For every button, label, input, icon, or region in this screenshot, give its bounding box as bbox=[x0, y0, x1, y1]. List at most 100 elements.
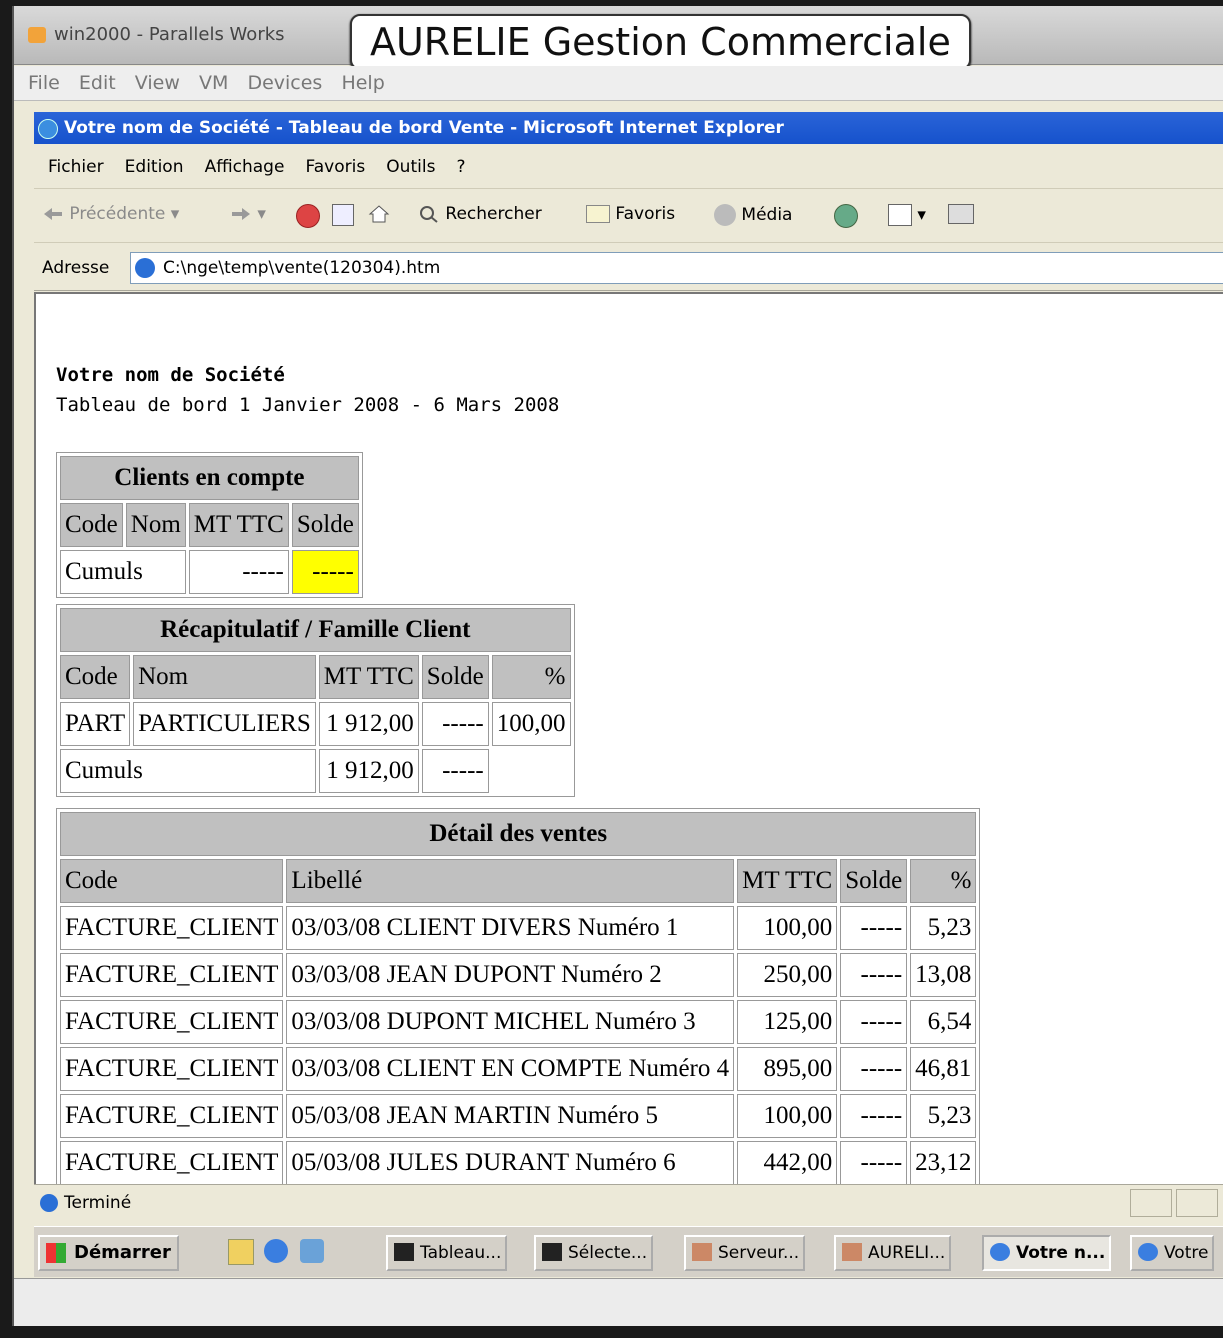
status-text: Terminé bbox=[64, 1193, 132, 1213]
taskbar-button-votre-active[interactable]: Votre n... bbox=[982, 1235, 1112, 1271]
taskbar-button-serveur[interactable]: Serveur... bbox=[684, 1235, 806, 1271]
table-row: FACTURE_CLIENT 05/03/08 JULES DURANT Num… bbox=[60, 1141, 977, 1184]
mail-dropdown-icon[interactable]: ▾ bbox=[917, 205, 926, 225]
cell-code: FACTURE_CLIENT bbox=[60, 1000, 284, 1044]
col-mt-ttc: MT TTC bbox=[737, 859, 838, 903]
history-button[interactable] bbox=[834, 204, 858, 228]
vm-menu-view[interactable]: View bbox=[135, 66, 180, 100]
cell-mt: 895,00 bbox=[737, 1047, 838, 1091]
start-button[interactable]: Démarrer bbox=[38, 1235, 179, 1271]
refresh-button[interactable] bbox=[332, 204, 354, 226]
cell-solde: ----- bbox=[840, 1000, 908, 1044]
ie-menu-outils[interactable]: Outils bbox=[386, 146, 435, 188]
vm-menu-help[interactable]: Help bbox=[341, 66, 384, 100]
page-content[interactable]: Votre nom de Société Tableau de bord 1 J… bbox=[34, 292, 1223, 1184]
taskbar-button-tableau[interactable]: Tableau... bbox=[386, 1235, 508, 1271]
col-pct: % bbox=[910, 859, 977, 903]
app-icon bbox=[692, 1243, 712, 1261]
cell-mt: 442,00 bbox=[737, 1141, 838, 1184]
print-button[interactable] bbox=[948, 204, 974, 224]
col-solde: Solde bbox=[840, 859, 908, 903]
forward-arrow-icon bbox=[232, 208, 250, 220]
cell-solde: ----- bbox=[840, 1094, 908, 1138]
taskbar-button-votre[interactable]: Votre bbox=[1130, 1235, 1215, 1271]
table-row: FACTURE_CLIENT 03/03/08 DUPONT MICHEL Nu… bbox=[60, 1000, 977, 1044]
table-row: FACTURE_CLIENT 03/03/08 CLIENT DIVERS Nu… bbox=[60, 906, 977, 950]
back-button[interactable]: Précédente ▾ bbox=[42, 204, 179, 224]
vm-menu-devices[interactable]: Devices bbox=[247, 66, 322, 100]
cell-mt: 1 912,00 bbox=[318, 702, 419, 746]
cell-code: FACTURE_CLIENT bbox=[60, 906, 284, 950]
cumuls-solde: ----- bbox=[291, 550, 359, 594]
back-arrow-icon bbox=[44, 208, 62, 220]
cell-solde: ----- bbox=[840, 906, 908, 950]
mail-button[interactable]: ▾ bbox=[888, 204, 926, 226]
cell-code: FACTURE_CLIENT bbox=[60, 1047, 284, 1091]
vm-menu-edit[interactable]: Edit bbox=[79, 66, 116, 100]
clients-table: Clients en compte Code Nom MT TTC Solde … bbox=[56, 452, 363, 598]
forward-button[interactable]: ▾ bbox=[230, 204, 266, 224]
forward-dropdown-icon[interactable]: ▾ bbox=[257, 204, 266, 224]
cumuls-mt: ----- bbox=[188, 550, 289, 594]
cell-pct: 13,08 bbox=[910, 953, 977, 997]
stop-button[interactable] bbox=[296, 204, 320, 228]
cell-solde: ----- bbox=[840, 1047, 908, 1091]
ie-title-bar[interactable]: Votre nom de Société - Tableau de bord V… bbox=[34, 112, 1223, 144]
cell-mt: 250,00 bbox=[737, 953, 838, 997]
vm-menu-vm[interactable]: VM bbox=[199, 66, 228, 100]
taskbar-button-aureli[interactable]: AURELI... bbox=[834, 1235, 952, 1271]
page-done-icon bbox=[40, 1194, 58, 1212]
taskbar: Démarrer Tableau... Sélecte... Serveur..… bbox=[34, 1226, 1223, 1277]
favorites-icon bbox=[586, 205, 610, 223]
home-icon bbox=[368, 205, 390, 223]
col-code: Code bbox=[60, 655, 131, 699]
ie-menu-affichage[interactable]: Affichage bbox=[205, 146, 285, 188]
ie-launch-icon[interactable] bbox=[264, 1239, 288, 1263]
ie-icon bbox=[990, 1243, 1010, 1261]
cell-solde: ----- bbox=[840, 953, 908, 997]
media-button[interactable]: Média bbox=[714, 204, 792, 226]
cell-pct: 5,23 bbox=[910, 906, 977, 950]
cell-pct: 46,81 bbox=[910, 1047, 977, 1091]
ie-menubar: Fichier Edition Affichage Favoris Outils… bbox=[34, 146, 1223, 189]
cell-pct: 6,54 bbox=[910, 1000, 977, 1044]
famille-table-title: Récapitulatif / Famille Client bbox=[60, 608, 571, 652]
cell-libelle: 05/03/08 JEAN MARTIN Numéro 5 bbox=[286, 1094, 735, 1138]
search-button[interactable]: Rechercher bbox=[418, 204, 542, 224]
table-row: FACTURE_CLIENT 03/03/08 CLIENT EN COMPTE… bbox=[60, 1047, 977, 1091]
col-mt-ttc: MT TTC bbox=[188, 503, 289, 547]
table-row: FACTURE_CLIENT 03/03/08 JEAN DUPONT Numé… bbox=[60, 953, 977, 997]
cell-code: FACTURE_CLIENT bbox=[60, 1094, 284, 1138]
vm-bottom-strip bbox=[14, 1278, 1223, 1326]
status-pane bbox=[1176, 1189, 1218, 1217]
col-mt-ttc: MT TTC bbox=[318, 655, 419, 699]
ie-menu-fichier[interactable]: Fichier bbox=[48, 146, 104, 188]
ie-menu-edition[interactable]: Edition bbox=[125, 146, 184, 188]
vm-menu-file[interactable]: File bbox=[28, 66, 60, 100]
cell-libelle: 03/03/08 CLIENT DIVERS Numéro 1 bbox=[286, 906, 735, 950]
address-input[interactable]: C:\nge\temp\vente(120304).htm bbox=[130, 252, 1223, 284]
console-icon bbox=[542, 1243, 562, 1261]
col-nom: Nom bbox=[125, 503, 186, 547]
cell-code: PART bbox=[60, 702, 131, 746]
media-icon bbox=[714, 204, 736, 226]
back-dropdown-icon[interactable]: ▾ bbox=[171, 204, 180, 224]
parallels-icon bbox=[28, 27, 46, 43]
show-desktop-icon[interactable] bbox=[228, 1239, 254, 1265]
ventes-table-title: Détail des ventes bbox=[60, 812, 977, 856]
col-code: Code bbox=[60, 503, 123, 547]
home-button[interactable] bbox=[368, 204, 390, 224]
refresh-icon bbox=[332, 204, 354, 226]
ie-menu-favoris[interactable]: Favoris bbox=[306, 146, 366, 188]
outlook-launch-icon[interactable] bbox=[300, 1239, 324, 1263]
taskbar-button-selecte[interactable]: Sélecte... bbox=[534, 1235, 654, 1271]
ie-menu-help[interactable]: ? bbox=[457, 146, 466, 188]
cell-solde: ----- bbox=[421, 702, 489, 746]
favorites-button[interactable]: Favoris bbox=[586, 204, 675, 224]
history-icon bbox=[834, 204, 858, 228]
address-value[interactable]: C:\nge\temp\vente(120304).htm bbox=[163, 258, 440, 278]
address-bar: Adresse C:\nge\temp\vente(120304).htm bbox=[34, 246, 1223, 291]
print-icon bbox=[948, 204, 974, 224]
stop-icon bbox=[296, 204, 320, 228]
ie-toolbar: Précédente ▾ ▾ Rechercher Favoris Média bbox=[34, 192, 1223, 243]
